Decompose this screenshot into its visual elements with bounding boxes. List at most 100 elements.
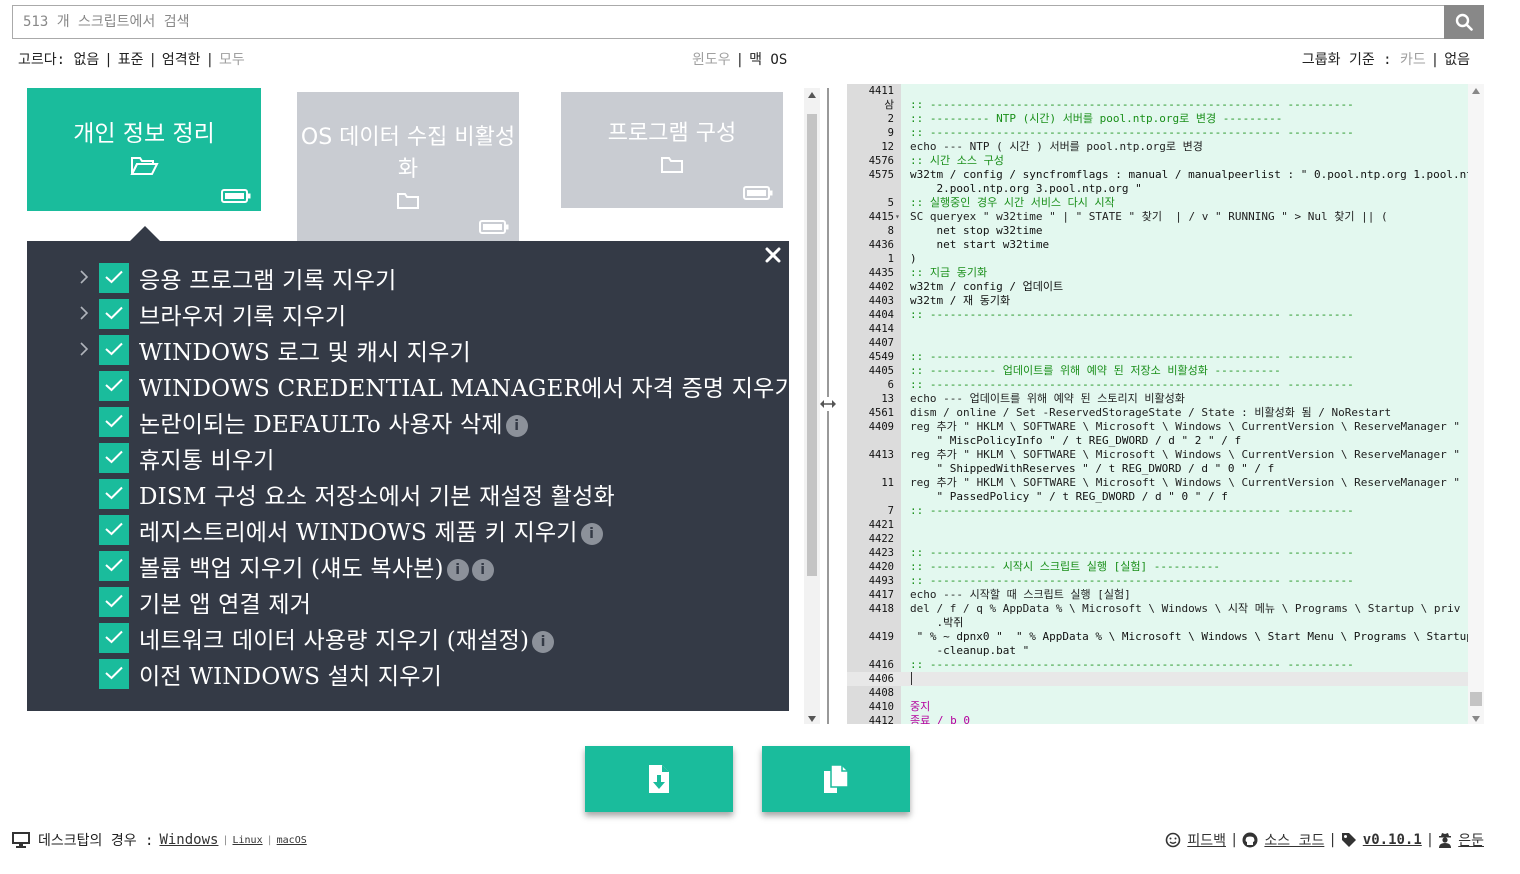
script-checkbox[interactable] — [99, 299, 129, 329]
script-item[interactable]: WINDOWS 로그 및 캐시 지우기 — [27, 331, 789, 367]
scrollbar-thumb[interactable] — [1470, 692, 1482, 706]
script-item[interactable]: 이전 WINDOWS 설치 지우기 — [27, 655, 789, 691]
info-icon[interactable]: i — [580, 523, 603, 545]
script-checkbox[interactable] — [99, 551, 129, 581]
script-checkbox[interactable] — [99, 407, 129, 437]
info-icon[interactable]: i — [532, 631, 555, 653]
chevron-right-icon[interactable] — [77, 305, 91, 321]
script-label[interactable]: 네트워크 데이터 사용량 지우기 (재설정) i — [139, 621, 555, 655]
code-line: 4411 — [847, 84, 1468, 98]
line-number: 4402 — [868, 281, 894, 293]
battery-icon — [743, 186, 773, 200]
feedback-link[interactable]: 피드백 — [1187, 830, 1226, 850]
script-item[interactable]: 휴지통 비우기 — [27, 439, 789, 475]
script-checkbox[interactable] — [99, 479, 129, 509]
scroll-down-icon[interactable] — [808, 716, 816, 722]
code-text: " PassedPolicy " / t REG_DWORD / d " 0 "… — [910, 490, 1228, 503]
script-label[interactable]: DISM 구성 요소 저장소에서 기본 재설정 활성화 — [139, 477, 615, 511]
select-standard[interactable]: 표준 — [118, 52, 144, 68]
chevron-right-icon[interactable] — [77, 269, 91, 285]
script-checkbox[interactable] — [99, 263, 129, 293]
group-card[interactable]: 카드 — [1400, 52, 1426, 68]
script-checkbox[interactable] — [99, 335, 129, 365]
script-label[interactable]: 응용 프로그램 기록 지우기 — [139, 261, 397, 295]
selection-label: 고르다: — [18, 52, 66, 68]
line-number: 4420 — [868, 561, 894, 573]
resize-horizontal-icon[interactable] — [818, 397, 838, 411]
script-checkbox[interactable] — [99, 659, 129, 689]
line-number: 4405 — [868, 365, 894, 377]
desktop-label: 데스크탑의 경우 : — [38, 833, 154, 849]
script-item[interactable]: 브라우저 기록 지우기 — [27, 295, 789, 331]
script-label[interactable]: 기본 앱 연결 제거 — [139, 585, 311, 619]
script-checkbox[interactable] — [99, 443, 129, 473]
copy-icon — [824, 764, 849, 793]
search-button[interactable] — [1444, 5, 1484, 39]
code-line: 4549:: ---------------------------------… — [847, 350, 1468, 364]
group-none[interactable]: 없음 — [1444, 52, 1470, 68]
line-number: 2 — [887, 113, 894, 125]
script-label[interactable]: WINDOWS CREDENTIAL MANAGER에서 자격 증명 지우기 — [139, 369, 796, 403]
script-label-text: 볼륨 백업 지우기 (섀도 복사본) — [139, 556, 444, 582]
code-text: :: -------------------------------------… — [910, 98, 1354, 111]
desktop-link-macos[interactable]: macOS — [277, 835, 307, 846]
line-number: 4575 — [868, 169, 894, 181]
scroll-down-icon[interactable] — [1472, 716, 1480, 722]
code-line: 4412 종료 / b 0 — [847, 714, 1468, 724]
script-checkbox[interactable] — [99, 515, 129, 545]
script-item[interactable]: 네트워크 데이터 사용량 지우기 (재설정) i — [27, 619, 789, 655]
script-item[interactable]: 논란이되는 DEFAULTo 사용자 삭제 i — [27, 403, 789, 439]
select-all[interactable]: 모두 — [219, 52, 245, 68]
version-link[interactable]: v0.10.1 — [1363, 832, 1422, 848]
scroll-up-icon[interactable] — [1472, 88, 1480, 94]
search-input[interactable] — [13, 6, 1443, 38]
select-strict[interactable]: 엄격한 — [162, 52, 201, 68]
script-item[interactable]: 레지스트리에서 WINDOWS 제품 키 지우기 i — [27, 511, 789, 547]
download-button[interactable] — [585, 746, 733, 812]
card-program-config[interactable]: 프로그램 구성 — [561, 92, 783, 208]
os-windows[interactable]: 윈도우 — [692, 52, 731, 68]
desktop-link-windows[interactable]: Windows — [159, 832, 218, 848]
privacy-link[interactable]: 은둔 — [1458, 830, 1484, 850]
code-line: 4413 reg 추가 " HKLM \ SOFTWARE \ Microsoft… — [847, 448, 1468, 462]
scrollbar-thumb[interactable] — [807, 114, 817, 576]
script-item[interactable]: WINDOWS CREDENTIAL MANAGER에서 자격 증명 지우기 — [27, 367, 796, 403]
code-scrollbar[interactable] — [1468, 84, 1484, 724]
select-none[interactable]: 없음 — [74, 52, 100, 68]
script-checkbox[interactable] — [99, 587, 129, 617]
copy-button[interactable] — [762, 746, 910, 812]
script-label[interactable]: WINDOWS 로그 및 캐시 지우기 — [139, 333, 471, 367]
script-label[interactable]: 휴지통 비우기 — [139, 441, 275, 475]
line-number: 4419 — [868, 631, 894, 643]
scripts-panel: 응용 프로그램 기록 지우기 브라우저 기록 지우기 WINDOWS 로그 및 캐시… — [27, 241, 796, 711]
info-icon[interactable]: i — [471, 559, 494, 581]
desktop-link-linux[interactable]: Linux — [233, 835, 263, 846]
info-icon[interactable]: i — [446, 559, 469, 581]
script-item[interactable]: 기본 앱 연결 제거 — [27, 583, 789, 619]
script-label[interactable]: 이전 WINDOWS 설치 지우기 — [139, 657, 442, 691]
check-icon — [105, 378, 123, 392]
script-label[interactable]: 논란이되는 DEFAULTo 사용자 삭제 i — [139, 405, 528, 439]
source-code-link[interactable]: 소스 코드 — [1264, 830, 1324, 850]
code-text: echo --- 시작할 때 스크립트 실행 [실험] — [910, 588, 1131, 601]
script-item[interactable]: 볼륨 백업 지우기 (섀도 복사본) i i — [27, 547, 789, 583]
script-checkbox[interactable] — [99, 371, 129, 401]
script-checkbox[interactable] — [99, 623, 129, 653]
script-label[interactable]: 볼륨 백업 지우기 (섀도 복사본) i i — [139, 549, 494, 583]
script-item[interactable]: 응용 프로그램 기록 지우기 — [27, 259, 789, 295]
code-text: :: 시간 소스 구성 — [910, 154, 1004, 167]
code-line: 7:: ------------------------------------… — [847, 504, 1468, 518]
card-privacy-cleanup[interactable]: 개인 정보 정리 — [27, 88, 261, 211]
script-item[interactable]: DISM 구성 요소 저장소에서 기본 재설정 활성화 — [27, 475, 789, 511]
os-macos[interactable]: 맥 OS — [749, 52, 787, 68]
code-text: :: 실행중인 경우 시간 서비스 다시 시작 — [910, 196, 1115, 209]
fold-arrow-icon[interactable]: ▾ — [895, 210, 900, 224]
chevron-right-icon[interactable] — [77, 341, 91, 357]
scroll-up-icon[interactable] — [808, 92, 816, 98]
code-line: 4420:: ---------- 시작시 스크립트 실행 [실험] -----… — [847, 560, 1468, 574]
card-os-data-collection[interactable]: OS 데이터 수집 비활성화 — [297, 92, 519, 242]
info-icon[interactable]: i — [505, 415, 528, 437]
code-editor[interactable]: 4411 삼:: --------------------------------… — [847, 84, 1468, 724]
script-label[interactable]: 레지스트리에서 WINDOWS 제품 키 지우기 i — [139, 513, 603, 547]
script-label[interactable]: 브라우저 기록 지우기 — [139, 297, 346, 331]
